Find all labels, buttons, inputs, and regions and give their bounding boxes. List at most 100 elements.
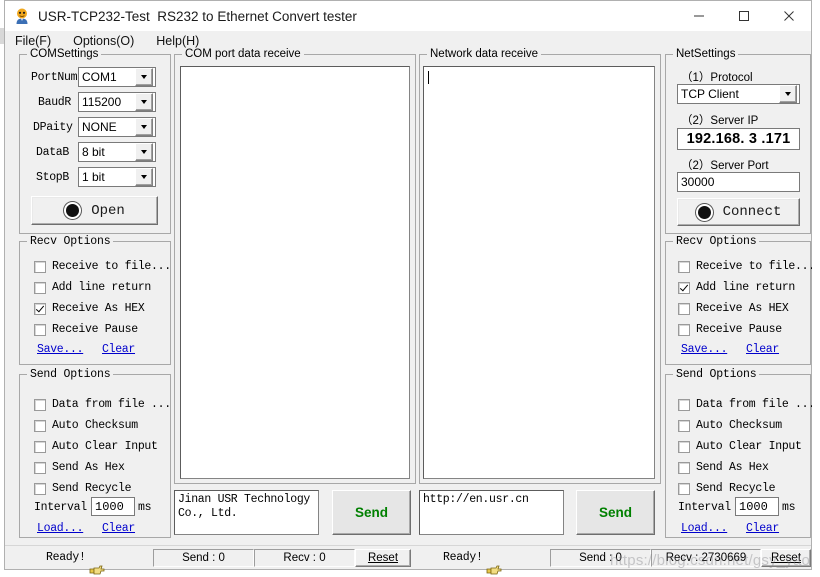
net-recv-save-link[interactable]: Save... — [681, 343, 728, 356]
com-send-button[interactable]: Send — [332, 490, 411, 535]
checkbox-box[interactable] — [34, 281, 46, 294]
databits-label: DataB — [36, 146, 70, 159]
net-recv-add-line-return-checkbox[interactable]: Add line return — [678, 281, 795, 294]
server-port-input[interactable]: 30000 — [677, 172, 800, 192]
net-settings-title: NetSettings — [673, 48, 739, 60]
databits-value: 8 bit — [82, 145, 105, 159]
protocol-select[interactable]: TCP Client — [677, 84, 800, 104]
com-recv-as-hex-checkbox[interactable]: Receive As HEX — [34, 302, 145, 315]
chevron-down-icon[interactable] — [779, 85, 797, 103]
checkbox-box[interactable] — [678, 482, 690, 495]
com-port-receive-textarea[interactable] — [180, 66, 410, 479]
com-send-load-link[interactable]: Load... — [37, 522, 84, 535]
menu-file[interactable]: File(F) — [15, 34, 51, 48]
pointing-hand-icon — [420, 550, 502, 575]
net-reset-button[interactable]: Reset — [761, 549, 811, 567]
checkbox-box[interactable] — [678, 281, 690, 294]
com-recv-clear-link[interactable]: Clear — [102, 343, 135, 356]
stopbits-value: 1 bit — [82, 170, 105, 184]
checkbox-box[interactable] — [678, 461, 690, 474]
net-send-as-hex-checkbox[interactable]: Send As Hex — [678, 461, 769, 474]
net-recv-to-file-checkbox[interactable]: Receive to file... — [678, 260, 815, 273]
checkbox-box[interactable] — [678, 440, 690, 453]
net-interval-input[interactable]: 1000 — [735, 497, 779, 516]
status-indicator-icon — [64, 202, 82, 219]
com-send-auto-clear-input-checkbox[interactable]: Auto Clear Input — [34, 440, 158, 453]
com-send-auto-checksum-checkbox[interactable]: Auto Checksum — [34, 419, 138, 432]
network-send-input[interactable]: http://en.usr.cn — [419, 490, 564, 535]
checkbox-box[interactable] — [34, 398, 46, 411]
com-recv-to-file-checkbox[interactable]: Receive to file... — [34, 260, 171, 273]
com-interval-unit: ms — [138, 501, 152, 514]
menu-options[interactable]: Options(O) — [73, 34, 134, 48]
com-status-ready: Ready! — [23, 550, 105, 575]
maximize-button[interactable] — [721, 1, 766, 31]
com-send-recycle-checkbox[interactable]: Send Recycle — [34, 482, 132, 495]
protocol-value: TCP Client — [681, 87, 739, 101]
net-reset-label: Reset — [770, 552, 802, 564]
checkbox-box[interactable] — [678, 302, 690, 315]
com-send-input[interactable]: Jinan USR Technology Co., Ltd. — [174, 490, 319, 535]
checkbox-label: Send As Hex — [52, 461, 125, 474]
checkbox-label: Auto Checksum — [52, 419, 138, 432]
net-recv-pause-checkbox[interactable]: Receive Pause — [678, 323, 782, 336]
chevron-down-icon[interactable] — [135, 68, 153, 86]
net-send-load-link[interactable]: Load... — [681, 522, 728, 535]
net-send-data-from-file-checkbox[interactable]: Data from file ... — [678, 398, 815, 411]
chevron-down-icon[interactable] — [135, 143, 153, 161]
net-send-clear-link[interactable]: Clear — [746, 522, 779, 535]
com-recv-pause-checkbox[interactable]: Receive Pause — [34, 323, 138, 336]
com-reset-label: Reset — [367, 552, 399, 564]
checkbox-box[interactable] — [34, 260, 46, 273]
checkbox-box[interactable] — [34, 419, 46, 432]
com-interval-input[interactable]: 1000 — [91, 497, 135, 516]
chevron-down-icon[interactable] — [135, 168, 153, 186]
open-port-button[interactable]: Open — [31, 196, 158, 225]
net-recv-as-hex-checkbox[interactable]: Receive As HEX — [678, 302, 789, 315]
checkbox-label: Receive As HEX — [52, 302, 145, 315]
application-window: USR-TCP232-Test RS232 to Ethernet Conver… — [0, 0, 820, 577]
network-receive-textarea[interactable] — [423, 66, 655, 479]
checkbox-box[interactable] — [678, 419, 690, 432]
com-reset-button[interactable]: Reset — [355, 549, 411, 567]
net-send-recycle-checkbox[interactable]: Send Recycle — [678, 482, 776, 495]
com-recv-save-link[interactable]: Save... — [37, 343, 84, 356]
databits-select[interactable]: 8 bit — [78, 142, 156, 162]
stopbits-select[interactable]: 1 bit — [78, 167, 156, 187]
parity-value: NONE — [82, 120, 117, 134]
chevron-down-icon[interactable] — [135, 118, 153, 136]
connect-button[interactable]: Connect — [677, 198, 800, 226]
checkbox-box[interactable] — [34, 302, 46, 315]
net-recv-clear-link[interactable]: Clear — [746, 343, 779, 356]
checkbox-label: Send Recycle — [696, 482, 776, 495]
menu-help[interactable]: Help(H) — [156, 34, 199, 48]
net-send-counter: Send : 0 — [550, 549, 651, 567]
network-send-button[interactable]: Send — [576, 490, 655, 535]
checkbox-box[interactable] — [34, 323, 46, 336]
com-send-data-from-file-checkbox[interactable]: Data from file ... — [34, 398, 171, 411]
checkbox-box[interactable] — [678, 398, 690, 411]
checkbox-label: Add line return — [696, 281, 796, 294]
chevron-down-icon[interactable] — [135, 93, 153, 111]
net-send-auto-checksum-checkbox[interactable]: Auto Checksum — [678, 419, 782, 432]
portnum-select[interactable]: COM1 — [78, 67, 156, 87]
net-send-auto-clear-input-checkbox[interactable]: Auto Clear Input — [678, 440, 802, 453]
server-ip-input[interactable]: 192.168. 3 .171 — [677, 128, 800, 150]
checkbox-box[interactable] — [34, 482, 46, 495]
checkbox-label: Send Recycle — [52, 482, 132, 495]
baudr-label: BaudR — [38, 96, 72, 109]
minimize-button[interactable] — [676, 1, 721, 31]
checkbox-box[interactable] — [34, 461, 46, 474]
app-icon — [13, 7, 31, 25]
close-button[interactable] — [766, 1, 811, 31]
checkbox-box[interactable] — [678, 260, 690, 273]
com-send-clear-link[interactable]: Clear — [102, 522, 135, 535]
connect-button-label: Connect — [722, 204, 782, 220]
parity-select[interactable]: NONE — [78, 117, 156, 137]
com-send-as-hex-checkbox[interactable]: Send As Hex — [34, 461, 125, 474]
checkbox-box[interactable] — [678, 323, 690, 336]
checkbox-box[interactable] — [34, 440, 46, 453]
baudrate-select[interactable]: 115200 — [78, 92, 156, 112]
checkbox-label: Data from file ... — [52, 398, 171, 411]
com-recv-add-line-return-checkbox[interactable]: Add line return — [34, 281, 151, 294]
